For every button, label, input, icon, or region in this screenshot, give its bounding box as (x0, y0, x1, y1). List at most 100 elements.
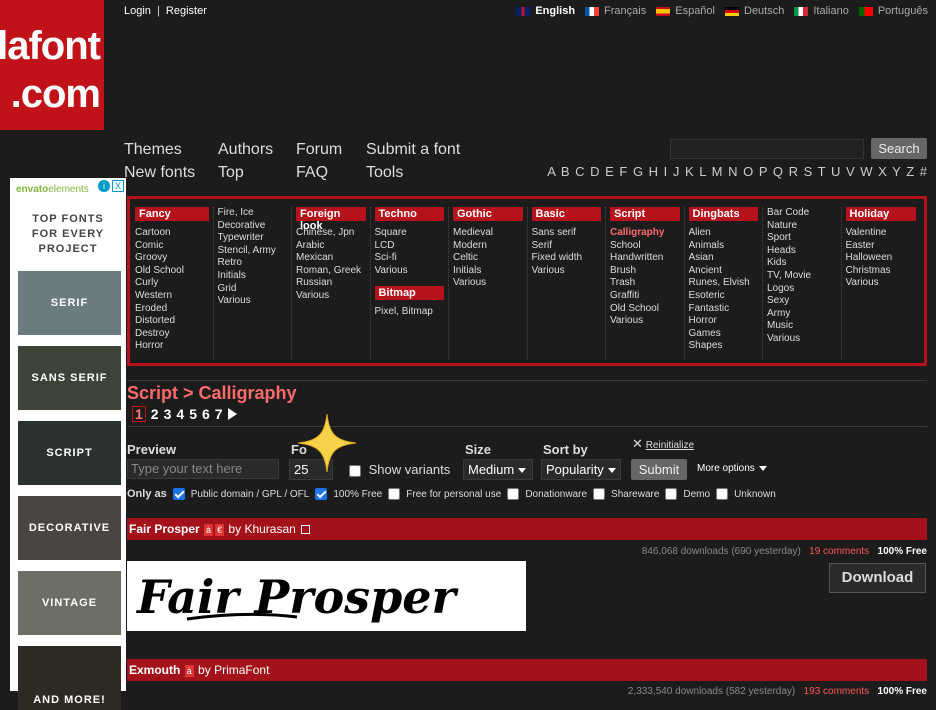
page-link[interactable]: 4 (176, 406, 184, 422)
category-item-active[interactable]: Calligraphy (610, 227, 680, 240)
page-link[interactable]: 3 (164, 406, 172, 422)
category-item[interactable]: Handwritten (610, 252, 680, 265)
nav-top[interactable]: Top (218, 164, 244, 182)
category-item[interactable]: Russian (296, 277, 366, 290)
checkbox-shareware[interactable] (593, 488, 606, 500)
site-logo[interactable]: lafont .com (0, 0, 104, 130)
font-name-link[interactable]: Fair Prosper (129, 522, 200, 536)
category-header[interactable]: Techno (374, 207, 444, 221)
category-header[interactable]: Basic (531, 207, 601, 221)
show-variants-toggle[interactable]: Show variants (349, 462, 450, 477)
login-link[interactable]: Login (124, 5, 151, 17)
category-header[interactable]: Foreign look (296, 207, 366, 232)
checkbox-demo[interactable] (665, 488, 678, 500)
nav-faq[interactable]: FAQ (296, 164, 328, 182)
category-item[interactable]: Ancient (689, 265, 759, 278)
category-item[interactable]: Cartoon (135, 227, 209, 240)
category-item[interactable]: Various (767, 333, 837, 346)
submit-button[interactable]: Submit (631, 459, 687, 480)
language-portuguese[interactable]: Português (858, 5, 928, 17)
category-item[interactable]: Asian (689, 252, 759, 265)
category-item[interactable]: School (610, 240, 680, 253)
category-item[interactable]: Old School (610, 303, 680, 316)
category-item[interactable]: Graffiti (610, 290, 680, 303)
alphabet-index[interactable]: A B C D E F G H I J K L M N O P Q R S T … (547, 164, 928, 179)
language-german[interactable]: Deutsch (725, 5, 784, 17)
category-item[interactable]: Various (532, 265, 602, 278)
category-item[interactable]: Pixel, Bitmap (375, 306, 445, 319)
category-item[interactable]: Celtic (453, 252, 523, 265)
category-item[interactable]: Western (135, 290, 209, 303)
font-author-link[interactable]: PrimaFont (214, 663, 269, 677)
category-item[interactable]: Alien (689, 227, 759, 240)
category-item[interactable]: TV, Movie (767, 270, 837, 283)
category-item[interactable]: Esoteric (689, 290, 759, 303)
close-icon[interactable]: X (112, 180, 124, 192)
category-item[interactable]: Initials (218, 270, 288, 283)
category-item[interactable]: Fire, Ice (218, 207, 288, 220)
ad-tile-serif[interactable]: SERIF (18, 271, 121, 335)
category-header[interactable]: Fancy (135, 207, 209, 221)
checkbox-unknown[interactable] (716, 488, 729, 500)
external-link-icon[interactable] (301, 525, 311, 535)
category-item[interactable]: Curly (135, 277, 209, 290)
category-item[interactable]: Chinese, Jpn (296, 227, 366, 240)
page-link[interactable]: 6 (202, 406, 210, 422)
checkbox-public-domain[interactable] (172, 488, 185, 500)
category-item[interactable]: Grid (218, 283, 288, 296)
checkbox-100-free[interactable] (315, 488, 328, 500)
category-item[interactable]: Mexican (296, 252, 366, 265)
category-item[interactable]: Nature (767, 220, 837, 233)
category-item[interactable]: Various (375, 265, 445, 278)
category-item[interactable]: Medieval (453, 227, 523, 240)
category-item[interactable]: Decorative (218, 220, 288, 233)
language-spanish[interactable]: Español (656, 5, 715, 17)
category-item[interactable]: Square (375, 227, 445, 240)
reinitialize-link[interactable]: ✕ Reinitialize (632, 436, 694, 452)
category-item[interactable]: Sans serif (532, 227, 602, 240)
language-french[interactable]: Français (585, 5, 646, 17)
nav-authors[interactable]: Authors (218, 141, 273, 159)
category-item[interactable]: Modern (453, 240, 523, 253)
register-link[interactable]: Register (166, 5, 207, 17)
category-item[interactable]: Roman, Greek (296, 265, 366, 278)
ad-tile-vintage[interactable]: VINTAGE (18, 571, 121, 635)
category-item[interactable]: Retro (218, 257, 288, 270)
category-item[interactable]: Sci-fi (375, 252, 445, 265)
category-item[interactable]: Games (689, 328, 759, 341)
page-link[interactable]: 2 (151, 406, 159, 422)
ad-tile-script[interactable]: SCRIPT (18, 421, 121, 485)
category-item[interactable]: Logos (767, 283, 837, 296)
category-item[interactable]: Various (610, 315, 680, 328)
nav-submit-font[interactable]: Submit a font (366, 141, 460, 159)
ad-tile-sans-serif[interactable]: SANS SERIF (18, 346, 121, 410)
category-header[interactable]: Dingbats (688, 207, 758, 221)
category-header[interactable]: Holiday (845, 207, 916, 221)
category-item[interactable]: Horror (689, 315, 759, 328)
category-item[interactable]: Fixed width (532, 252, 602, 265)
category-item[interactable]: Old School (135, 265, 209, 278)
sort-select[interactable]: Popularity (541, 459, 621, 480)
comments-link[interactable]: 19 comments (809, 546, 869, 557)
category-item[interactable]: Stencil, Army (218, 245, 288, 258)
category-item[interactable]: Typewriter (218, 232, 288, 245)
size-select[interactable]: Medium (463, 459, 533, 480)
category-item[interactable]: LCD (375, 240, 445, 253)
category-item[interactable]: Easter (846, 240, 917, 253)
category-item[interactable]: Music (767, 320, 837, 333)
category-item[interactable]: Animals (689, 240, 759, 253)
category-header[interactable]: Gothic (453, 207, 523, 221)
sidebar-ad[interactable]: envatoelements i X TOP FONTS FOR EVERY P… (10, 178, 126, 710)
preview-text-input[interactable]: Type your text here (127, 459, 279, 479)
info-icon[interactable]: i (98, 180, 110, 192)
category-item[interactable]: Groovy (135, 252, 209, 265)
category-item[interactable]: Serif (532, 240, 602, 253)
checkbox-donationware[interactable] (507, 488, 520, 500)
page-link[interactable]: 5 (189, 406, 197, 422)
category-item[interactable]: Initials (453, 265, 523, 278)
page-link[interactable]: 7 (215, 406, 223, 422)
language-italian[interactable]: Italiano (794, 5, 849, 17)
next-page-icon[interactable] (227, 408, 237, 420)
search-input[interactable] (670, 139, 864, 159)
category-item[interactable]: Sport (767, 232, 837, 245)
